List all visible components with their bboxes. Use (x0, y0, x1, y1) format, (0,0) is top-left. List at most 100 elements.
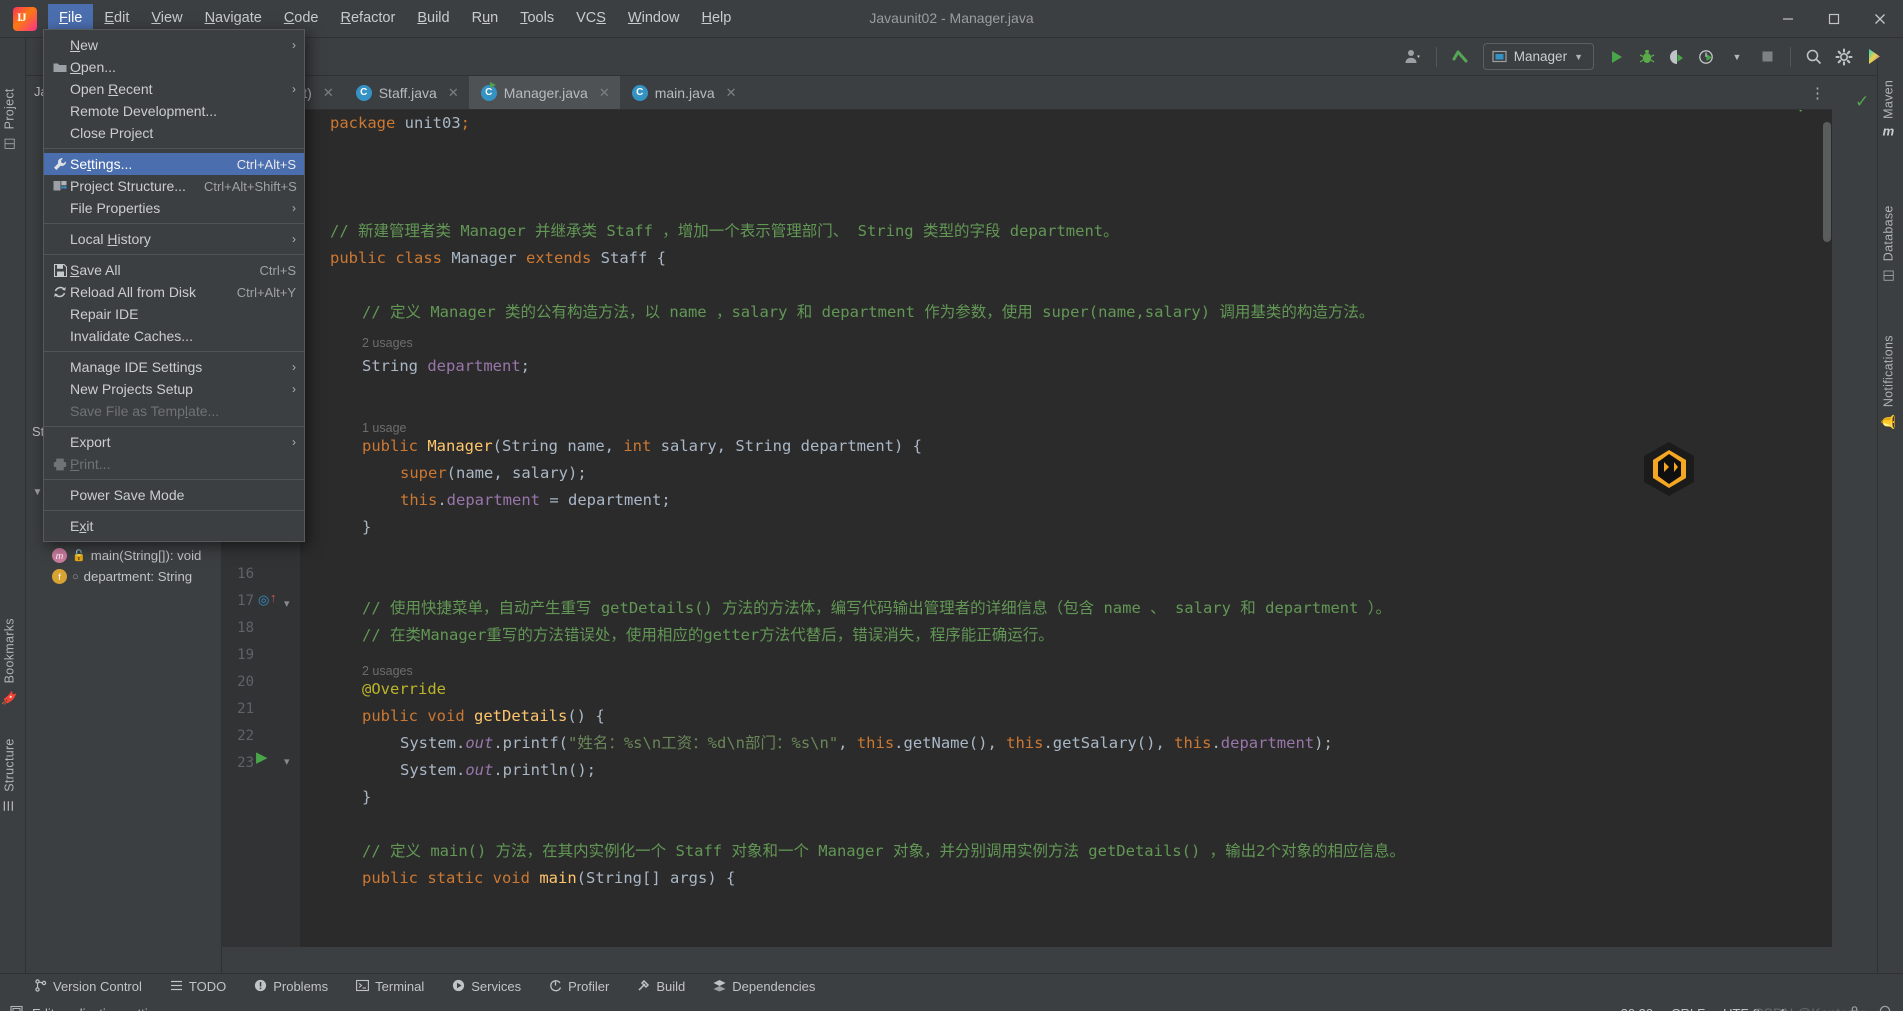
menu-separator (44, 479, 304, 480)
menu-item-repair-ide[interactable]: Repair IDE (44, 303, 304, 325)
menu-refactor[interactable]: Refactor (330, 4, 407, 33)
menu-item-save-all[interactable]: Save All Ctrl+S (44, 259, 304, 281)
fold-marker-icon[interactable]: ▾ (284, 755, 290, 768)
bottom-item-terminal[interactable]: Terminal (342, 979, 438, 995)
chevron-down-icon: ▼ (1574, 51, 1583, 62)
menu-item-label: Reload All from Disk (70, 284, 197, 300)
tab-manager-java[interactable]: C Manager.java ✕ (468, 76, 620, 109)
maximize-button[interactable] (1811, 0, 1857, 38)
menu-item-reload-all-from-disk[interactable]: Reload All from Disk Ctrl+Alt+Y (44, 281, 304, 303)
close-icon[interactable]: ✕ (726, 85, 737, 101)
menu-separator (44, 223, 304, 224)
tab-staff-java[interactable]: C Staff.java ✕ (344, 76, 469, 109)
minimize-button[interactable] (1765, 0, 1811, 38)
override-arrow-icon[interactable]: ↑ (270, 590, 277, 605)
chevron-right-icon: › (292, 360, 296, 374)
menu-item-power-save-mode[interactable]: Power Save Mode (44, 484, 304, 506)
inspections-status-icon[interactable]: ✓ (1855, 92, 1869, 112)
debug-icon[interactable] (1632, 43, 1662, 71)
close-icon[interactable]: ✕ (599, 85, 610, 101)
menu-item-print: Print... (44, 453, 304, 475)
code-comment-line: // 在类Manager重写的方法错误处，使用相应的getter方法代替后，错误… (362, 626, 1054, 644)
menu-item-remote-development[interactable]: Remote Development... (44, 100, 304, 122)
override-marker-icon[interactable]: ◎ (258, 592, 269, 608)
menu-item-label: Save File as Template... (70, 403, 220, 419)
editor-vertical-scrollbar[interactable] (1823, 122, 1831, 242)
tooltip-icon (10, 1005, 24, 1011)
menu-item-invalidate-caches[interactable]: Invalidate Caches... (44, 325, 304, 347)
field-icon: f (52, 569, 67, 584)
menu-item-exit[interactable]: Exit (44, 515, 304, 537)
line-number: 16 (237, 566, 254, 582)
menu-item-local-history[interactable]: Local History › (44, 228, 304, 250)
code-editor[interactable]: 14 15 16 17 18 19 20 21 22 23 ▾ △ ▾ ▾ ▾ … (222, 110, 1832, 947)
close-button[interactable] (1857, 0, 1903, 38)
sidebar-item-project[interactable]: ◫ Project (2, 88, 17, 150)
menu-item-label: Exit (70, 518, 94, 534)
menu-item-open[interactable]: Open... (44, 56, 304, 78)
tree-item-label: department: String (83, 569, 193, 584)
gear-icon[interactable] (1829, 43, 1859, 71)
tree-item-label: main(String[]): void (90, 548, 202, 563)
code-content[interactable]: package unit03; // 新建管理者类 Manager 并继承类 S… (300, 110, 1832, 947)
status-hint-text: Edit application settings (32, 1006, 169, 1011)
bottom-item-build[interactable]: Build (623, 979, 699, 995)
bottom-item-label: Terminal (375, 979, 425, 994)
sidebar-item-database[interactable]: ◫ Database (1881, 205, 1896, 282)
run-config-label: Manager (1513, 49, 1568, 64)
run-with-coverage-icon[interactable] (1662, 43, 1692, 71)
line-separator-indicator[interactable]: CRLF (1671, 1006, 1705, 1011)
runnable-class-icon: C (480, 81, 497, 101)
sidebar-item-maven[interactable]: m Maven (1881, 80, 1896, 138)
tab-overflow-menu-icon[interactable]: ⋮ (1810, 84, 1826, 102)
chevron-down-icon[interactable]: ▼ (1722, 43, 1752, 71)
menu-item-file-properties[interactable]: File Properties › (44, 197, 304, 219)
caret-position[interactable]: 30:30 (1621, 1006, 1654, 1011)
update-arrow-icon[interactable] (1445, 43, 1475, 71)
menu-item-project-structure[interactable]: Project Structure... Ctrl+Alt+Shift+S (44, 175, 304, 197)
profile-icon[interactable] (1692, 43, 1722, 71)
menu-vcs[interactable]: VCS (565, 4, 617, 33)
menu-item-close-project[interactable]: Close Project (44, 122, 304, 144)
line-number: 19 (237, 647, 254, 663)
chevron-down-icon[interactable]: ▼ (32, 487, 43, 498)
sidebar-item-structure[interactable]: ☰ Structure (2, 738, 17, 813)
menu-help[interactable]: Help (690, 4, 742, 33)
sidebar-item-bookmarks[interactable]: 🔖 Bookmarks (1, 618, 17, 705)
bottom-item-problems[interactable]: Problems (240, 979, 342, 995)
run-icon[interactable] (1602, 43, 1632, 71)
menu-item-settings[interactable]: Settings... Ctrl+Alt+S (44, 153, 304, 175)
file-menu-dropdown[interactable]: New › Open... Open Recent › Remote Devel… (43, 29, 305, 542)
menu-window[interactable]: Window (617, 4, 691, 33)
menu-run[interactable]: Run (461, 4, 510, 33)
account-icon[interactable] (1398, 43, 1428, 71)
toolbar-separator (1435, 46, 1437, 67)
tab-main-java[interactable]: C main.java ✕ (620, 76, 747, 109)
search-icon[interactable] (1799, 43, 1829, 71)
tree-item-main[interactable]: m 🔓 main(String[]): void (26, 545, 221, 566)
menu-build[interactable]: Build (406, 4, 460, 33)
menu-item-manage-ide-settings[interactable]: Manage IDE Settings › (44, 356, 304, 378)
menu-item-export[interactable]: Export › (44, 431, 304, 453)
menu-separator (44, 351, 304, 352)
bottom-item-profiler[interactable]: Profiler (535, 979, 623, 995)
menu-tools[interactable]: Tools (509, 4, 565, 33)
menu-item-open-recent[interactable]: Open Recent › (44, 78, 304, 100)
bottom-item-version-control[interactable]: Version Control (0, 978, 156, 995)
close-icon[interactable]: ✕ (448, 85, 459, 101)
close-icon[interactable]: ✕ (323, 85, 334, 101)
bottom-item-todo[interactable]: TODO (156, 979, 240, 995)
bottom-item-services[interactable]: Services (438, 979, 535, 995)
inspection-ok-icon[interactable]: ✓ (1797, 110, 1810, 118)
run-configuration-selector[interactable]: Manager ▼ (1482, 43, 1594, 70)
bottom-item-dependencies[interactable]: Dependencies (699, 979, 829, 995)
fold-marker-icon[interactable]: ▾ (284, 597, 290, 610)
run-gutter-icon[interactable]: ▶ (256, 748, 268, 766)
menu-item-new[interactable]: New › (44, 34, 304, 56)
menu-item-new-projects-setup[interactable]: New Projects Setup › (44, 378, 304, 400)
sidebar-item-notifications[interactable]: 🔔 Notifications (1880, 335, 1896, 429)
menu-item-label: Close Project (70, 125, 154, 141)
inspection-icon[interactable] (1879, 1005, 1893, 1011)
tree-item-department-field[interactable]: f ○ department: String (26, 566, 221, 587)
status-bar: Edit application settings 30:30 CRLF UTF… (0, 999, 1903, 1011)
